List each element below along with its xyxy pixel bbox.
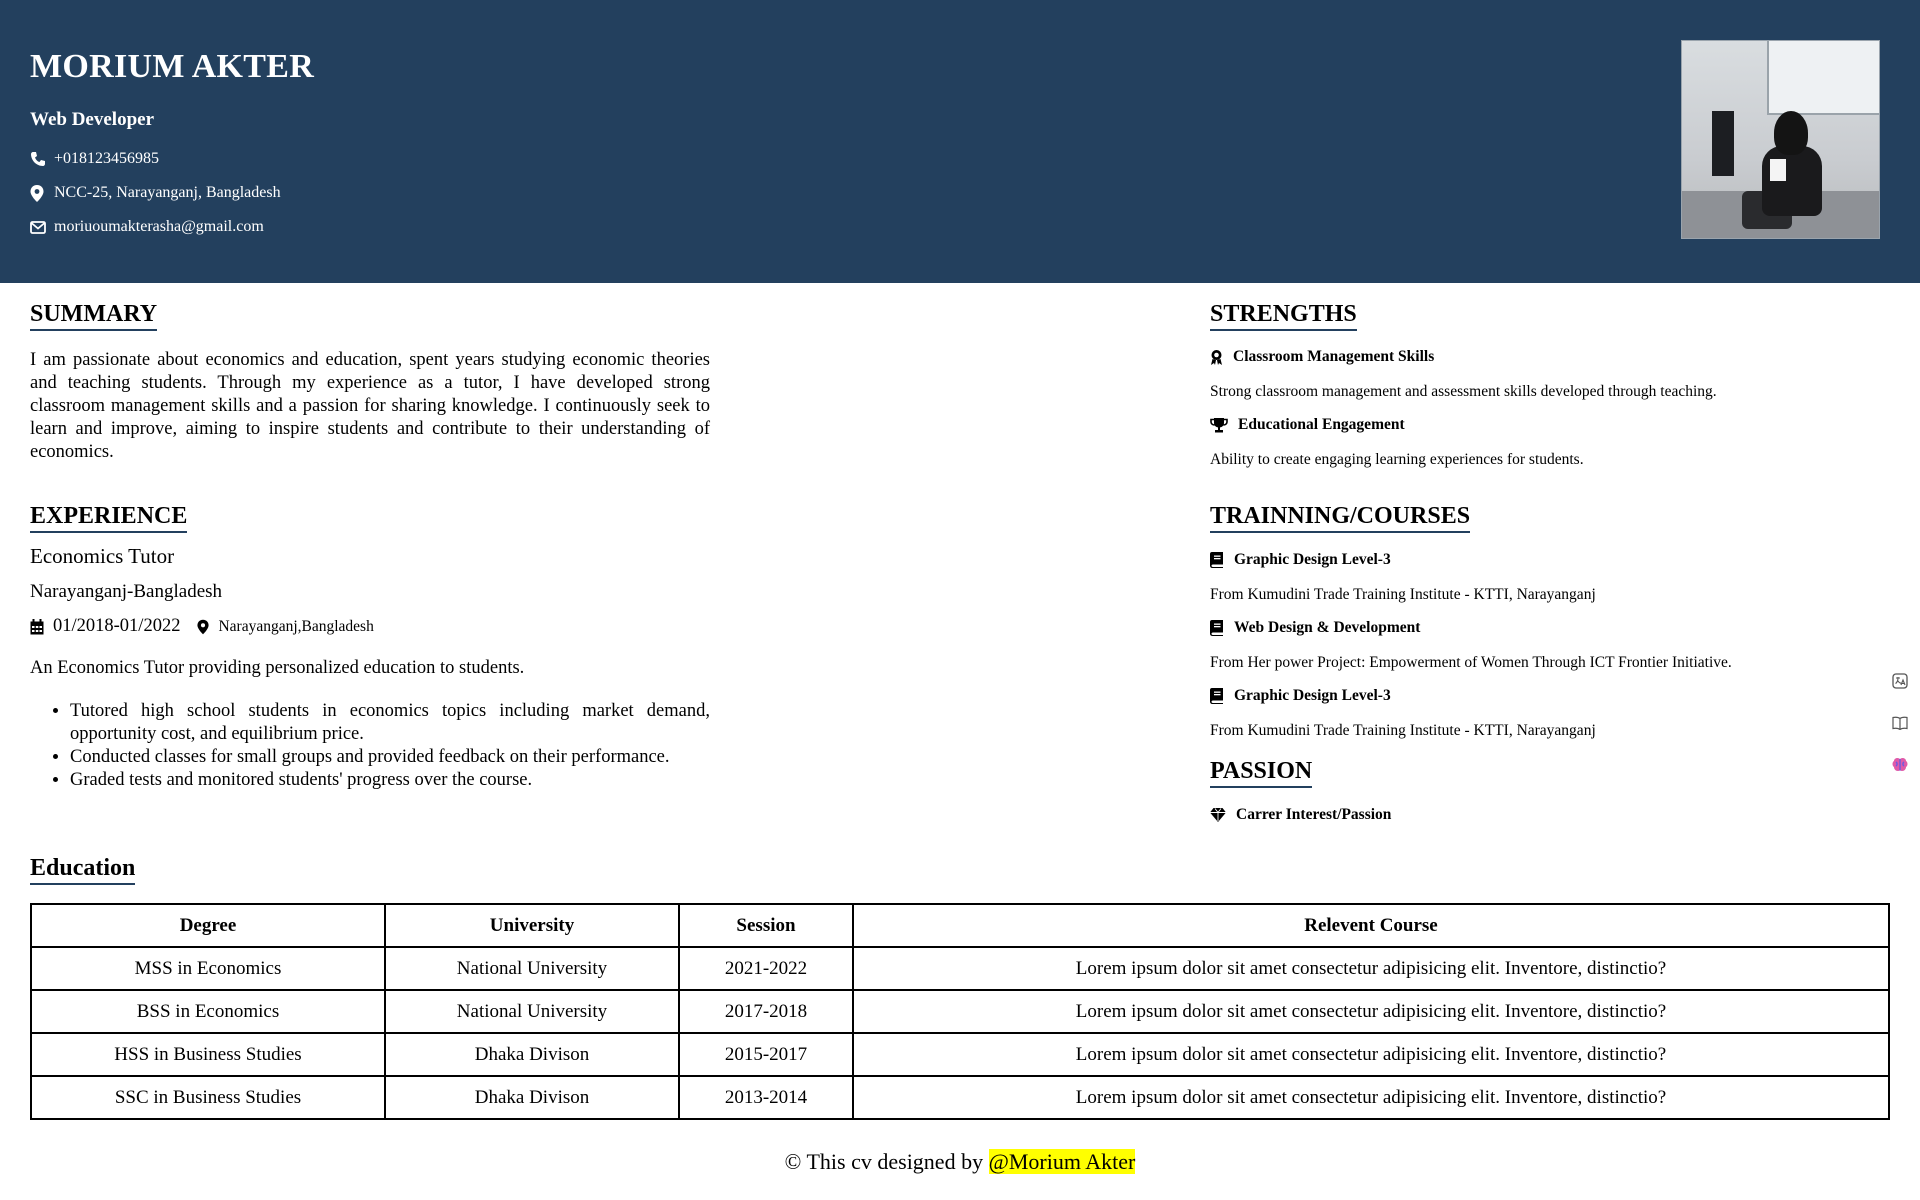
table-cell: SSC in Business Studies [30,1075,386,1120]
training-title: TRAINNING/COURSES [1210,503,1471,533]
experience-title: EXPERIENCE [30,503,188,533]
training-item: Graphic Design Level-3 [1210,687,1391,705]
table-cell: 2013-2014 [678,1075,854,1120]
training-title-text: Web Design & Development [1234,619,1421,636]
award-icon [1210,349,1223,365]
list-item: Graded tests and monitored students' pro… [70,769,710,792]
education-table: Degree University Session Relevent Cours… [30,903,1890,1120]
passion-text: Carrer Interest/Passion [1236,806,1392,823]
experience-bullets: Tutored high school students in economic… [30,700,710,792]
experience-meta: 01/2018-01/2022 Narayanganj,Bangladesh [30,616,374,637]
experience-job-title: Economics Tutor [30,544,175,568]
table-row: MSS in Economics National University 202… [30,946,1890,991]
table-cell: Dhaka Divison [384,1075,680,1120]
table-cell: BSS in Economics [30,989,386,1034]
table-cell: 2017-2018 [678,989,854,1034]
contact-phone: +018123456985 [30,150,159,168]
profile-photo [1681,40,1880,239]
footer: © This cv designed by @Morium Akter [0,1149,1920,1175]
experience-dates: 01/2018-01/2022 [53,616,181,636]
envelope-icon [30,220,54,234]
column-header: University [384,903,680,948]
table-cell: HSS in Business Studies [30,1032,386,1077]
contact-address: NCC-25, Narayanganj, Bangladesh [30,184,281,202]
strength-item-engagement: Educational Engagement [1210,416,1405,434]
translate-icon[interactable] [1880,660,1920,702]
book-icon [1210,688,1224,704]
table-header-row: Degree University Session Relevent Cours… [30,903,1890,948]
strength-title: Classroom Management Skills [1233,348,1435,365]
table-cell: Dhaka Divison [384,1032,680,1077]
email-text[interactable]: moriuoumakterasha@gmail.com [54,218,264,236]
footer-credit: © This cv designed by [784,1149,989,1174]
list-item: Tutored high school students in economic… [70,700,710,746]
training-title-text: Graphic Design Level-3 [1234,551,1391,568]
side-toolbar [1880,660,1920,786]
table-cell: Lorem ipsum dolor sit amet consectetur a… [852,1075,1890,1120]
summary-title: SUMMARY [30,301,158,331]
map-pin-icon [30,184,54,202]
contact-email: moriuoumakterasha@gmail.com [30,218,264,236]
cv-header: MORIUM AKTER Web Developer +018123456985… [0,0,1920,283]
table-cell: National University [384,989,680,1034]
table-cell: 2021-2022 [678,946,854,991]
phone-icon [30,151,54,167]
table-cell: MSS in Economics [30,946,386,991]
summary-text: I am passionate about economics and educ… [30,350,710,462]
address-text: NCC-25, Narayanganj, Bangladesh [54,184,281,201]
experience-place: Narayanganj,Bangladesh [218,617,374,635]
passion-item: Carrer Interest/Passion [1210,806,1391,824]
table-row: BSS in Economics National University 201… [30,989,1890,1034]
experience-description: An Economics Tutor providing personalize… [30,658,525,678]
passion-title: PASSION [1210,758,1313,788]
reader-book-icon[interactable] [1880,702,1920,744]
map-pin-icon [197,619,210,635]
gem-icon [1210,808,1226,822]
calendar-icon [30,618,44,635]
list-item: Conducted classes for small groups and p… [70,746,710,769]
strength-item-classroom: Classroom Management Skills [1210,348,1434,366]
table-cell: Lorem ipsum dolor sit amet consectetur a… [852,989,1890,1034]
experience-location: Narayanganj-Bangladesh [30,581,223,602]
strengths-title: STRENGTHS [1210,301,1357,331]
book-icon [1210,552,1224,568]
footer-author-link[interactable]: @Morium Akter [988,1149,1136,1174]
ai-brain-icon[interactable] [1880,744,1920,786]
table-row: HSS in Business Studies Dhaka Divison 20… [30,1032,1890,1077]
training-text: From Kumudini Trade Training Institute -… [1210,722,1596,739]
table-cell: National University [384,946,680,991]
strength-title: Educational Engagement [1238,416,1405,433]
training-item: Graphic Design Level-3 [1210,551,1391,569]
strength-text: Strong classroom management and assessme… [1210,383,1717,400]
strength-text: Ability to create engaging learning expe… [1210,451,1584,468]
column-header: Degree [30,903,386,948]
column-header: Session [678,903,854,948]
training-item: Web Design & Development [1210,619,1420,637]
job-role: Web Developer [30,109,155,130]
trophy-icon [1210,417,1228,433]
training-title-text: Graphic Design Level-3 [1234,687,1391,704]
table-row: SSC in Business Studies Dhaka Divison 20… [30,1075,1890,1120]
table-cell: 2015-2017 [678,1032,854,1077]
book-icon [1210,620,1224,636]
phone-text[interactable]: +018123456985 [54,150,159,168]
column-header: Relevent Course [852,903,1890,948]
person-name: MORIUM AKTER [30,48,315,85]
table-cell: Lorem ipsum dolor sit amet consectetur a… [852,1032,1890,1077]
training-text: From Her power Project: Empowerment of W… [1210,654,1732,671]
education-title: Education [30,855,136,885]
table-cell: Lorem ipsum dolor sit amet consectetur a… [852,946,1890,991]
training-text: From Kumudini Trade Training Institute -… [1210,586,1596,603]
